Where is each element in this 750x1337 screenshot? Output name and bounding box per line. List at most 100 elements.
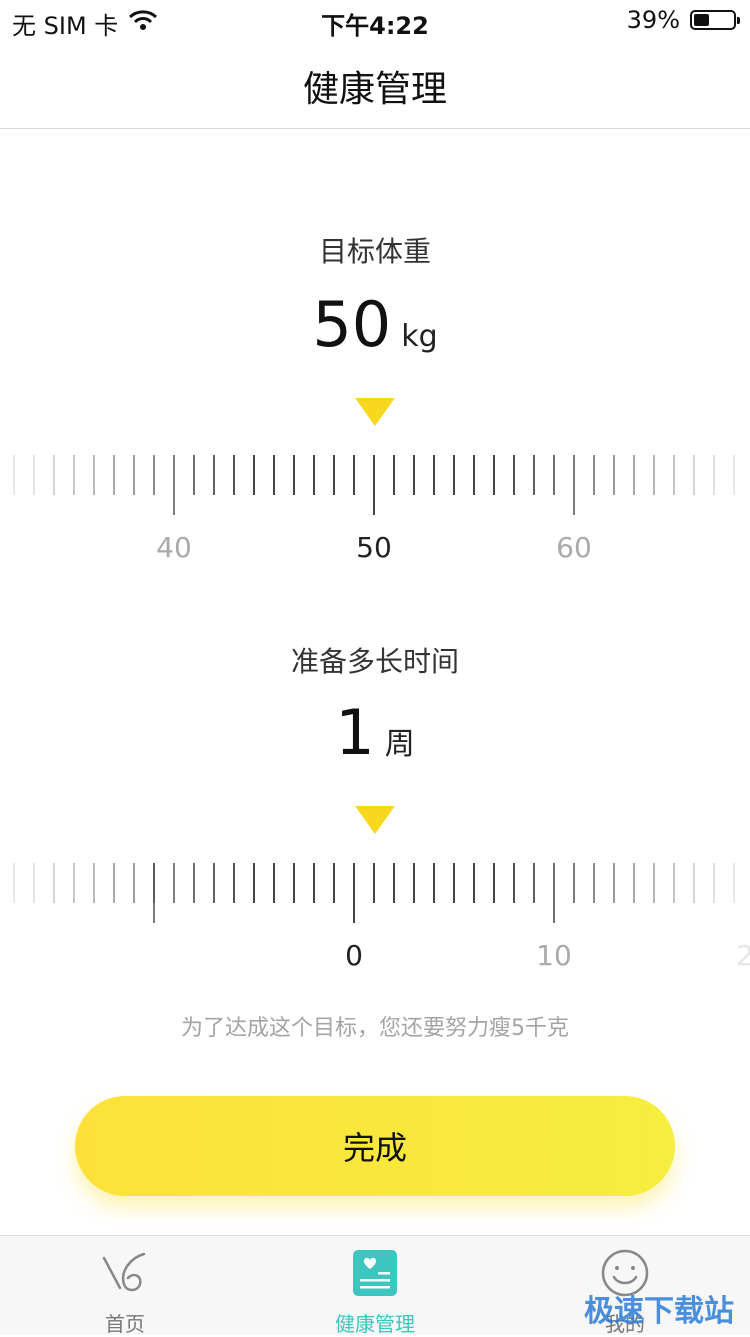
tab-home-label: 首页 [105, 1312, 145, 1336]
ruler-tick [733, 455, 735, 495]
ruler-major-tick [553, 863, 555, 923]
ruler-tick [733, 863, 735, 903]
target-weight-label: 目标体重 [318, 235, 431, 268]
ruler-major-tick [573, 455, 575, 515]
ruler-tick [493, 455, 495, 495]
ruler-label: 10 [536, 939, 572, 972]
ruler-tick [273, 455, 275, 495]
ruler-tick [513, 863, 515, 903]
ruler-label: 60 [556, 531, 592, 564]
ruler-tick [673, 863, 675, 903]
duration-value-display: 1周 [0, 696, 750, 769]
ruler-tick [73, 863, 75, 903]
ruler-tick [693, 455, 695, 495]
status-bar: 无 SIM 卡 下午4:22 39% [0, 0, 750, 40]
battery-icon [690, 10, 740, 30]
health-record-icon [353, 1250, 397, 1296]
ruler-tick [513, 455, 515, 495]
ruler-tick [533, 455, 535, 495]
ruler-tick [493, 863, 495, 903]
tab-health-management[interactable]: 健康管理 [250, 1236, 500, 1336]
ruler-tick [633, 863, 635, 903]
ruler-tick [673, 455, 675, 495]
duration-value: 1 [335, 696, 375, 769]
ruler-tick [613, 863, 615, 903]
ruler-tick [153, 455, 155, 495]
ruler-tick [473, 455, 475, 495]
ruler-tick [193, 863, 195, 903]
ruler-tick [293, 455, 295, 495]
ruler-tick [613, 455, 615, 495]
ruler-label: 0 [345, 939, 363, 972]
weight-ruler-slider[interactable]: 40 50 60 [0, 455, 750, 565]
tab-home[interactable]: 首页 [0, 1236, 250, 1336]
duration-unit: 周 [384, 727, 415, 762]
ruler-tick [213, 863, 215, 903]
ruler-tick [73, 455, 75, 495]
ruler-tick [133, 455, 135, 495]
ruler-tick [273, 863, 275, 903]
ruler-tick [213, 455, 215, 495]
ruler-tick [713, 863, 715, 903]
ruler-tick [653, 455, 655, 495]
battery-percentage: 39% [626, 6, 680, 34]
ruler-tick [573, 863, 575, 903]
ruler-tick [353, 455, 355, 495]
ruler-tick [233, 863, 235, 903]
ruler-major-tick [373, 455, 375, 515]
ruler-tick [473, 863, 475, 903]
ruler-major-tick [173, 455, 175, 515]
ruler-label: 40 [156, 531, 192, 564]
goal-hint-text: 为了达成这个目标，您还要努力瘦5千克 [181, 1016, 569, 1041]
ruler-tick [633, 455, 635, 495]
ruler-tick [33, 863, 35, 903]
ruler-tick [453, 863, 455, 903]
ruler-tick [313, 455, 315, 495]
ruler-tick [393, 455, 395, 495]
target-weight-value-display: 50 kg [0, 288, 750, 361]
ruler-tick [293, 863, 295, 903]
ruler-tick [453, 455, 455, 495]
ruler-tick [113, 455, 115, 495]
duration-ruler-slider[interactable]: 0 10 20 [0, 863, 750, 973]
ruler-tick [553, 455, 555, 495]
ruler-tick [193, 455, 195, 495]
ruler-major-tick [153, 863, 155, 923]
ruler-tick [593, 455, 595, 495]
ruler-tick [253, 863, 255, 903]
ruler-tick [713, 455, 715, 495]
ruler-tick [53, 455, 55, 495]
ruler-tick [173, 863, 175, 903]
ruler-tick [313, 863, 315, 903]
ruler-tick [593, 863, 595, 903]
ruler-tick [133, 863, 135, 903]
ruler-tick [433, 863, 435, 903]
navigation-bar: 健康管理 [0, 40, 750, 129]
tab-health-management-label: 健康管理 [335, 1312, 415, 1336]
done-button[interactable]: 完成 [75, 1096, 675, 1196]
ruler-tick [13, 863, 15, 903]
ruler-tick [333, 863, 335, 903]
ruler-tick [33, 455, 35, 495]
ruler-tick [53, 863, 55, 903]
ruler-tick [13, 455, 15, 495]
ruler-tick [413, 863, 415, 903]
home-icon [102, 1252, 146, 1292]
target-weight-unit: kg [401, 319, 438, 354]
ruler-tick [533, 863, 535, 903]
duration-label: 准备多长时间 [290, 645, 459, 678]
ruler-label: 20 [736, 939, 750, 972]
weight-ruler-pointer-icon [355, 398, 395, 426]
target-weight-value: 50 [312, 288, 392, 361]
ruler-tick [373, 863, 375, 903]
ruler-tick [653, 863, 655, 903]
ruler-major-tick [353, 863, 355, 923]
ruler-tick [93, 863, 95, 903]
ruler-tick [233, 455, 235, 495]
ruler-tick [433, 455, 435, 495]
ruler-tick [113, 863, 115, 903]
ruler-tick [333, 455, 335, 495]
ruler-label: 50 [356, 531, 392, 564]
watermark-logo: 极速下载站 [584, 1294, 734, 1329]
ruler-tick [93, 455, 95, 495]
